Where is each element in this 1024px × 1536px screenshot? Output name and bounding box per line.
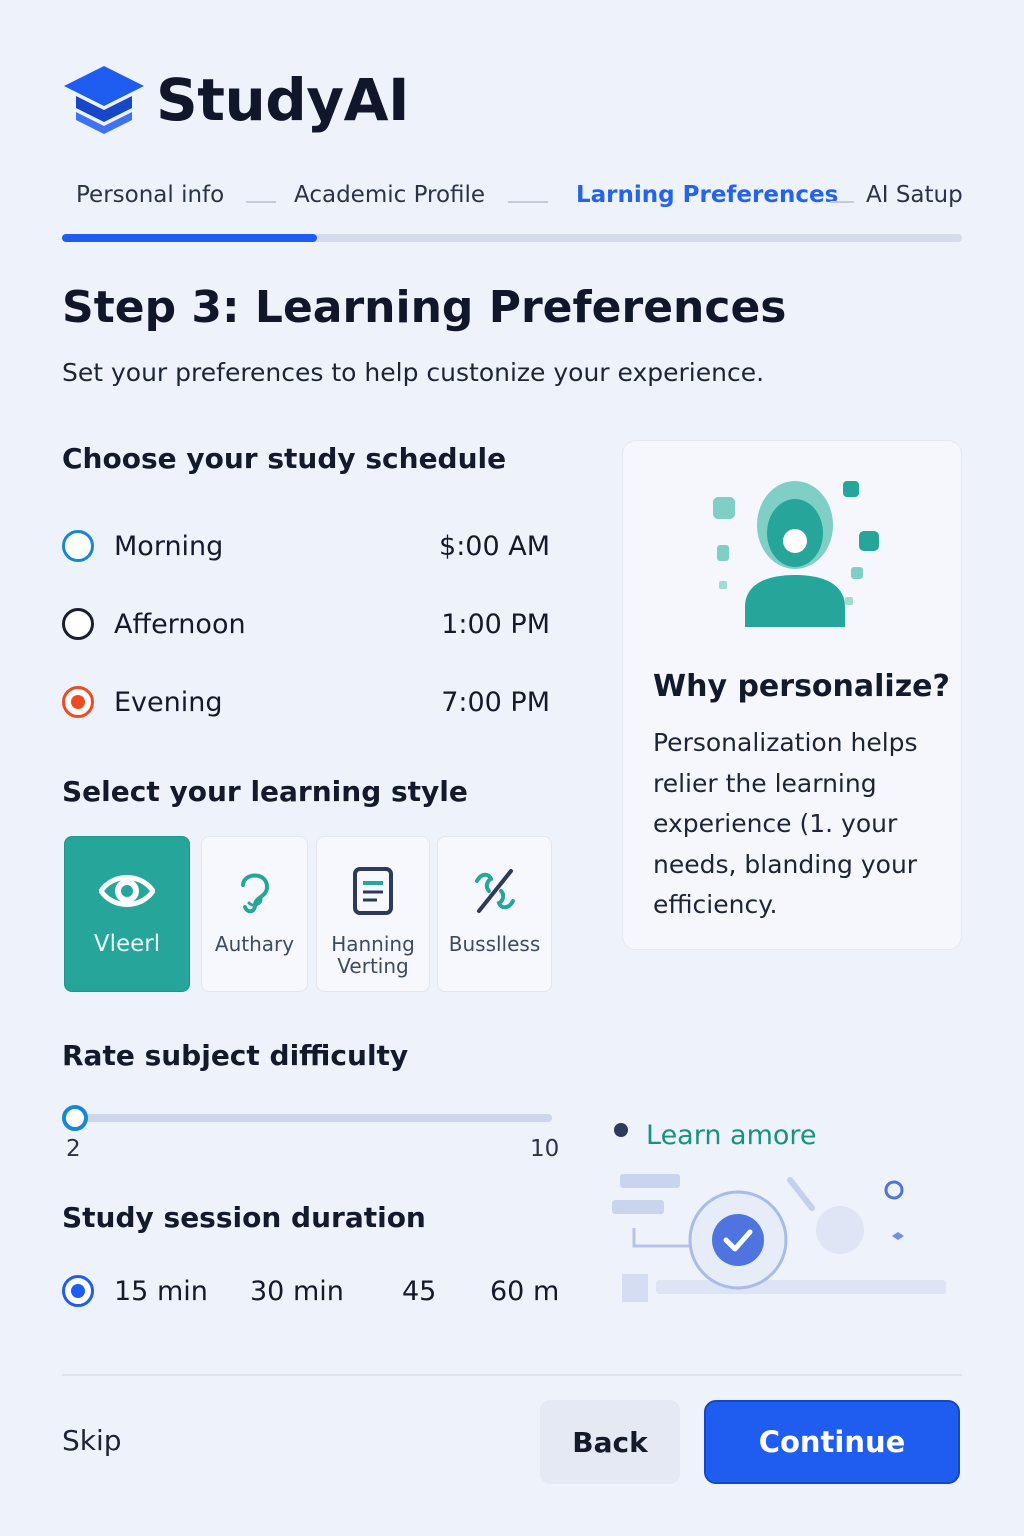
schedule-option-afternoon[interactable]: Affernoon 1:00 PM: [62, 604, 550, 644]
learning-style-visual[interactable]: Vleerl: [64, 836, 190, 992]
step-learning-preferences[interactable]: Larning Preferences: [576, 182, 838, 208]
duration-option-60[interactable]: 60 m: [490, 1272, 559, 1310]
duration-label: 45: [402, 1275, 437, 1307]
info-card: Why personalize? Personalization helps r…: [622, 440, 962, 950]
schedule-title: Choose your study schedule: [62, 442, 507, 475]
schedule-time: 1:00 PM: [441, 608, 550, 640]
hands-icon: [474, 869, 515, 913]
radio-button[interactable]: [62, 608, 94, 640]
brand: StudyAI: [62, 62, 410, 138]
duration-label: 15 min: [114, 1275, 208, 1307]
step-separator: [830, 201, 854, 203]
radio-button[interactable]: [62, 530, 94, 562]
step-separator: [508, 201, 548, 203]
duration-options: 15 min 30 min 45 60 m: [62, 1272, 559, 1310]
step-ai-setup[interactable]: AI Satup: [866, 182, 963, 208]
radio-button-selected[interactable]: [62, 686, 94, 718]
step-separator: [246, 201, 276, 203]
step-personal-info[interactable]: Personal info: [76, 182, 224, 208]
continue-button[interactable]: Continue: [704, 1400, 960, 1484]
learn-more-link[interactable]: Learn amore: [646, 1120, 817, 1151]
learning-style-title: Select your learning style: [62, 775, 468, 808]
duration-option-45[interactable]: 45: [402, 1272, 436, 1310]
progress-fill: [62, 234, 317, 242]
learning-style-label: Hanning Verting: [331, 932, 415, 978]
learning-style-label: Authary: [214, 932, 295, 956]
difficulty-slider-track[interactable]: [74, 1114, 552, 1122]
eye-icon: [99, 875, 155, 907]
app-name: StudyAI: [156, 66, 410, 134]
stepper: Personal info Academic Profile Larning P…: [62, 182, 963, 218]
info-card-title: Why personalize?: [653, 669, 950, 704]
difficulty-slider-thumb[interactable]: [62, 1105, 88, 1131]
progress-bar: [62, 234, 962, 242]
info-card-body: Personalization helps relier the learnin…: [653, 728, 918, 919]
bullet-dot: [614, 1123, 628, 1137]
learning-style-auditory[interactable]: Authary: [201, 836, 308, 992]
footer-divider: [62, 1374, 962, 1376]
schedule-label: Evening: [114, 686, 223, 718]
schedule-option-morning[interactable]: Morning $:00 AM: [62, 526, 550, 566]
schedule-label: Morning: [114, 530, 224, 562]
slider-max-label: 10: [530, 1136, 560, 1162]
duration-option-30[interactable]: 30 min: [250, 1272, 344, 1310]
page-title: Step 3: Learning Preferences: [62, 282, 787, 333]
difficulty-title: Rate subject difficulty: [62, 1039, 409, 1072]
radio-button-selected[interactable]: [62, 1275, 94, 1307]
learning-style-kinesthetic[interactable]: Busslless: [437, 836, 552, 992]
page-subtitle: Set your preferences to help custonize y…: [62, 358, 765, 387]
onboarding-page: StudyAI Personal info Academic Profile L…: [0, 0, 1024, 1536]
duration-label: 60 m: [490, 1275, 560, 1307]
schedule-label: Affernoon: [114, 608, 246, 640]
graduation-cap-icon: [64, 66, 144, 134]
learning-style-reading-writing[interactable]: Hanning Verting: [316, 836, 430, 992]
skip-link[interactable]: Skip: [62, 1424, 122, 1457]
learning-style-grid: Vleerl Authary Hanning Verting Busslless: [64, 836, 552, 992]
duration-label: 30 min: [250, 1275, 344, 1307]
learning-style-label: Busslless: [448, 932, 541, 956]
ai-person-icon: [713, 481, 879, 627]
learning-style-label: Vleerl: [93, 931, 161, 957]
ear-icon: [240, 873, 269, 914]
back-button[interactable]: Back: [540, 1400, 680, 1484]
document-icon: [353, 867, 393, 915]
schedule-time: $:00 AM: [439, 530, 550, 562]
step-academic-profile[interactable]: Academic Profile: [294, 182, 485, 208]
check-badge-icon: [612, 1174, 946, 1302]
duration-option-15[interactable]: 15 min: [62, 1272, 208, 1310]
schedule-time: 7:00 PM: [441, 686, 550, 718]
duration-title: Study session duration: [62, 1201, 426, 1234]
schedule-option-evening[interactable]: Evening 7:00 PM: [62, 682, 550, 722]
slider-min-label: 2: [66, 1136, 81, 1162]
